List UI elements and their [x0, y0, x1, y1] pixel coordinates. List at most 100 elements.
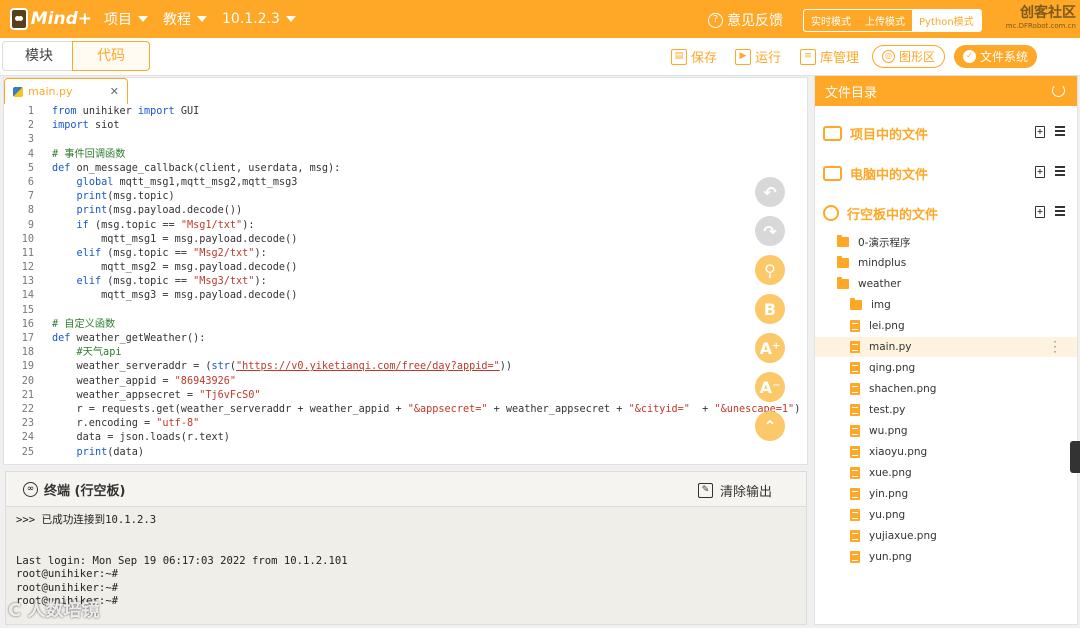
refresh-icon[interactable]	[1052, 84, 1065, 97]
folder-item[interactable]: img	[815, 295, 1077, 315]
file-tab[interactable]: main.py ✕	[4, 78, 128, 104]
code-line[interactable]: 24 data = json.loads(r.text)	[4, 431, 794, 445]
file-item[interactable]: wu.png	[815, 421, 1077, 441]
code-text[interactable]: mqtt_msg3 = msg.payload.decode()	[34, 289, 297, 303]
file-item[interactable]: xue.png	[815, 463, 1077, 483]
filesystem-toggle[interactable]: ✓ 文件系统	[954, 45, 1038, 68]
code-text[interactable]: # 自定义函数	[34, 318, 115, 332]
file-item[interactable]: yujiaxue.png	[815, 526, 1077, 546]
code-line[interactable]: 17 def weather_getWeather():	[4, 332, 794, 346]
section-computer-files[interactable]: 电脑中的文件 +	[815, 158, 1079, 188]
code-line[interactable]: 21 weather_appsecret = "Tj6vFcS0"	[4, 389, 794, 403]
terminal-panel[interactable]: ∞ 终端 (行空板) ✎ 清除输出 >>> 已成功连接到10.1.2.3 Last…	[5, 471, 807, 625]
code-text[interactable]: r = requests.get(weather_serveraddr + we…	[34, 403, 801, 417]
code-text[interactable]: print(data)	[34, 446, 144, 460]
code-line[interactable]: 9 if (msg.topic == "Msg1/txt"):	[4, 219, 794, 233]
code-text[interactable]: global mqtt_msg1,mqtt_msg2,mqtt_msg3	[34, 176, 298, 190]
code-line[interactable]: 10 mqtt_msg1 = msg.payload.decode()	[4, 233, 794, 247]
new-file-icon[interactable]: +	[1035, 206, 1045, 218]
code-line[interactable]: 20 weather_appid = "86943926"	[4, 375, 794, 389]
code-line[interactable]: 15	[4, 304, 794, 318]
redo-button[interactable]: ↷	[755, 216, 785, 246]
file-item[interactable]: yu.png	[815, 505, 1077, 525]
more-options-icon[interactable]: · · ·	[1053, 336, 1057, 358]
file-item[interactable]: test.py	[815, 400, 1077, 420]
community-link[interactable]: 创客社区 mc.DFRobot.com.cn	[1006, 2, 1076, 30]
code-text[interactable]: elif (msg.topic == "Msg2/txt"):	[34, 247, 267, 261]
save-button[interactable]: ▤ 保存	[671, 47, 717, 66]
code-line[interactable]: 22 r = requests.get(weather_serveraddr +…	[4, 403, 801, 417]
code-text[interactable]: r.encoding = "utf-8"	[34, 417, 200, 431]
code-line[interactable]: 2 import siot	[4, 119, 794, 133]
file-item[interactable]: qing.png	[815, 358, 1077, 378]
clear-output-button[interactable]: ✎ 清除输出	[697, 481, 772, 500]
code-line[interactable]: 12 mqtt_msg2 = msg.payload.decode()	[4, 261, 794, 275]
new-file-icon[interactable]: +	[1035, 126, 1045, 138]
folder-item[interactable]: 0-演示程序	[815, 232, 1077, 252]
file-item[interactable]: lei.png	[815, 316, 1077, 336]
search-button[interactable]: ⚲	[755, 255, 785, 285]
scrollbar-handle[interactable]	[1070, 441, 1080, 473]
code-text[interactable]: import siot	[34, 119, 119, 133]
code-line[interactable]: 23 r.encoding = "utf-8"	[4, 417, 794, 431]
close-icon[interactable]: ✕	[110, 85, 119, 98]
folder-item[interactable]: weather	[815, 274, 1077, 294]
mode-python[interactable]: Python模式	[912, 10, 981, 31]
menu-project[interactable]: 项目	[104, 9, 148, 29]
run-button[interactable]: ▶ 运行	[735, 47, 781, 66]
code-line[interactable]: 14 mqtt_msg3 = msg.payload.decode()	[4, 289, 794, 303]
section-project-files[interactable]: 项目中的文件 +	[815, 118, 1079, 148]
code-text[interactable]: weather_serveraddr = (str("https://v0.yi…	[34, 360, 513, 374]
code-text[interactable]: def weather_getWeather():	[34, 332, 205, 346]
code-line[interactable]: 8 print(msg.payload.decode())	[4, 204, 794, 218]
code-text[interactable]: mqtt_msg1 = msg.payload.decode()	[34, 233, 297, 247]
menu-icon[interactable]	[1055, 166, 1065, 176]
code-line[interactable]: 3	[4, 133, 794, 147]
code-line[interactable]: 6 global mqtt_msg1,mqtt_msg2,mqtt_msg3	[4, 176, 794, 190]
mode-realtime[interactable]: 实时模式	[804, 10, 858, 31]
format-button[interactable]: B	[755, 294, 785, 324]
folder-item[interactable]: mindplus	[815, 253, 1077, 273]
code-text[interactable]: print(msg.payload.decode())	[34, 204, 243, 218]
code-text[interactable]: print(msg.topic)	[34, 190, 175, 204]
code-text[interactable]: data = json.loads(r.text)	[34, 431, 230, 445]
code-line[interactable]: 5 def on_message_callback(client, userdat…	[4, 162, 794, 176]
code-line[interactable]: 19 weather_serveraddr = (str("https://v0…	[4, 360, 794, 374]
code-text[interactable]: if (msg.topic == "Msg1/txt"):	[34, 219, 255, 233]
file-item[interactable]: xiaoyu.png	[815, 442, 1077, 462]
code-line[interactable]: 18 #天气api	[4, 346, 794, 360]
code-line[interactable]: 16 # 自定义函数	[4, 318, 794, 332]
tab-blocks[interactable]: 模块	[2, 41, 76, 71]
graphics-toggle[interactable]: ◎ 图形区	[872, 45, 946, 68]
code-line[interactable]: 25 print(data)	[4, 446, 794, 460]
terminal-output[interactable]: >>> 已成功连接到10.1.2.3 Last login: Mon Sep 19…	[6, 507, 806, 616]
code-area[interactable]: 1 from unihiker import GUI 2 import siot 3 4 #…	[4, 105, 801, 460]
file-item[interactable]: main.py · · ·	[815, 336, 1077, 358]
code-text[interactable]	[34, 133, 52, 147]
code-editor[interactable]: main.py ✕ 1 from unihiker import GUI 2 impo…	[3, 77, 808, 465]
code-text[interactable]: elif (msg.topic == "Msg3/txt"):	[34, 275, 267, 289]
tab-code[interactable]: 代码	[72, 41, 150, 71]
undo-button[interactable]: ↶	[755, 177, 785, 207]
menu-icon[interactable]	[1055, 126, 1065, 136]
menu-tutorial[interactable]: 教程	[163, 9, 207, 29]
code-text[interactable]: from unihiker import GUI	[34, 105, 199, 119]
new-file-icon[interactable]: +	[1035, 166, 1045, 178]
mindplus-logo[interactable]: Mind+	[10, 5, 92, 33]
code-line[interactable]: 7 print(msg.topic)	[4, 190, 794, 204]
font-decrease-button[interactable]: A⁻	[755, 372, 785, 402]
mode-upload[interactable]: 上传模式	[858, 10, 912, 31]
code-text[interactable]: weather_appsecret = "Tj6vFcS0"	[34, 389, 261, 403]
code-text[interactable]: mqtt_msg2 = msg.payload.decode()	[34, 261, 297, 275]
code-text[interactable]	[34, 304, 52, 318]
menu-device[interactable]: 10.1.2.3	[222, 11, 296, 27]
code-text[interactable]: def on_message_callback(client, userdata…	[34, 162, 340, 176]
library-button[interactable]: ≡ 库管理	[800, 47, 859, 66]
code-text[interactable]: #天气api	[34, 346, 122, 360]
font-increase-button[interactable]: A⁺	[755, 333, 785, 363]
code-line[interactable]: 4 # 事件回调函数	[4, 148, 794, 162]
scroll-top-button[interactable]: ⌃	[755, 411, 785, 441]
code-text[interactable]: weather_appid = "86943926"	[34, 375, 236, 389]
file-item[interactable]: shachen.png	[815, 379, 1077, 399]
file-item[interactable]: yun.png	[815, 547, 1077, 567]
